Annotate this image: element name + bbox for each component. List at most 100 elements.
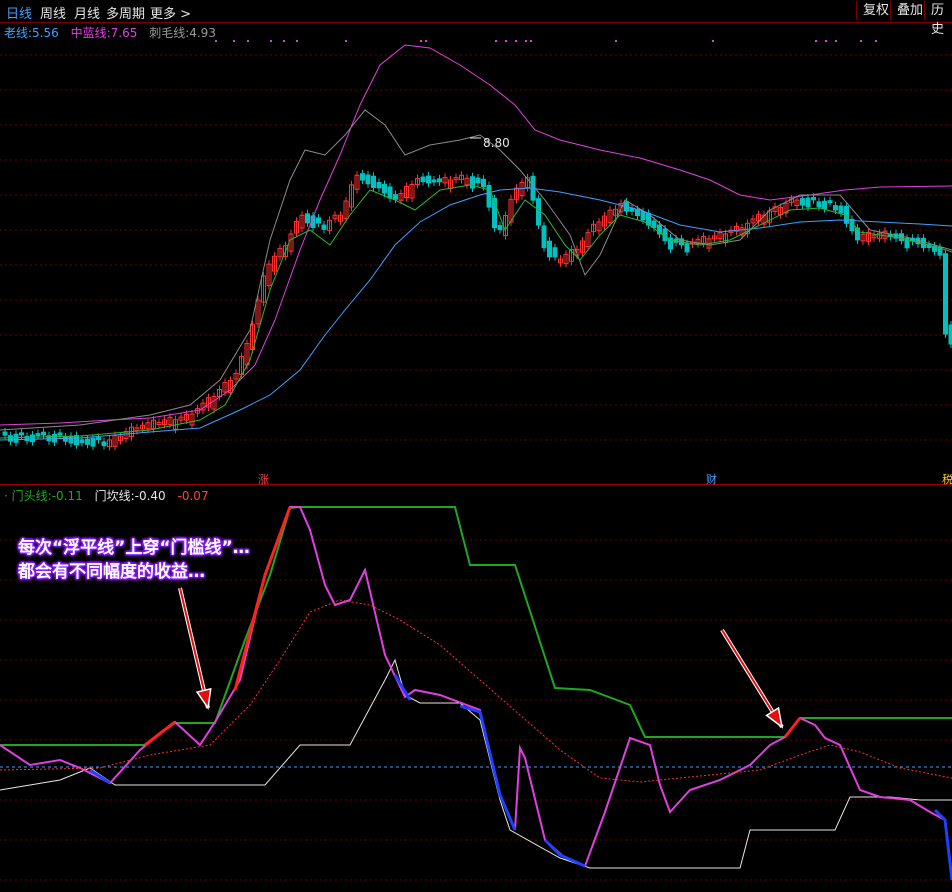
candle-body-18 [101,441,107,447]
float-line-up-segment-1 [144,720,176,747]
candle-body-151 [833,205,838,211]
ma-dashed-line [0,599,952,783]
candle-body-15 [85,438,90,445]
arrow-left-head [195,687,212,711]
candle-body-97 [536,198,541,226]
candle-body-1 [8,435,13,442]
candle-body-79 [437,178,442,183]
float-line-down-segment-1 [89,768,111,785]
event-marker-cai[interactable]: 财 [706,471,717,487]
peak-price-label: 8.80 [483,136,510,150]
signal-dot-2 [247,40,249,42]
candle-body-68 [376,182,382,189]
candle-body-99 [547,240,552,258]
candle-body-145 [800,198,805,206]
signal-dot-13 [530,40,532,42]
float-line-down-segment-2 [393,674,412,701]
candle-body-116 [640,211,646,221]
candle-body-17 [96,437,101,441]
candle-body-70 [387,186,393,199]
candle-body-14 [79,439,85,444]
candle-body-163 [899,233,904,241]
event-marker-zhang[interactable]: 涨 [258,471,269,487]
signal-dot-12 [525,40,527,42]
signal-dot-11 [515,40,517,42]
candle-body-152 [838,205,844,214]
arrow-right-head [765,706,784,729]
candle-body-148 [816,201,822,208]
candle-body-16 [90,437,96,447]
candle-body-150 [827,200,833,204]
float-line-down-segment-5 [933,808,952,881]
menkan-line [0,658,952,869]
signal-dot-18 [835,40,837,42]
legend-menkan-value: -0.40 [134,489,166,503]
candle-body-57 [316,217,321,224]
signal-dot-6 [345,40,347,42]
signal-dot-8 [425,40,427,42]
signal-dot-0 [215,40,217,42]
candle-body-10 [57,432,63,436]
candle-body-71 [393,194,398,200]
short-ma-line [0,184,952,439]
legend-mentou-label: 门头线: [11,489,52,503]
signal-dot-3 [270,40,272,42]
upper-band-line [0,44,952,426]
signal-dot-19 [860,40,862,42]
legend-menkan-label: 门坎线: [94,489,135,503]
legend-mentou-value: -0.11 [51,489,83,503]
signal-dot-14 [615,40,617,42]
candle-body-87 [481,178,486,187]
candle-body-58 [321,224,327,230]
signal-dot-9 [495,40,497,42]
candle-body-124 [684,243,690,253]
annotation-line-1: 每次“浮平线”上穿“门槛线”… [18,538,250,558]
candle-body-120 [662,228,668,241]
candle-body-167 [921,237,926,249]
signal-dot-17 [825,40,827,42]
lao-ma-line [0,187,952,441]
candle-body-6 [35,433,41,437]
candle-body-147 [811,196,816,201]
candle-body-115 [635,209,640,217]
signal-dot-1 [233,40,235,42]
chart-canvas[interactable]: 8.80 [0,0,952,892]
candle-body-0 [2,431,8,436]
candle-body-90 [497,225,503,231]
strategy-annotation: 每次“浮平线”上穿“门槛线”… 都会有不同幅度的收益… [18,536,250,584]
signal-dot-5 [296,40,298,42]
legend-third-value: -0.07 [177,489,209,503]
signal-dot-16 [815,40,817,42]
candle-body-66 [365,174,371,185]
signal-dot-20 [875,40,877,42]
signal-dot-15 [712,40,714,42]
candle-body-2 [13,433,19,443]
candle-body-3 [19,432,24,436]
candle-body-86 [475,177,481,184]
candle-body-98 [541,225,547,249]
candle-body-67 [371,175,376,188]
signal-dot-4 [283,40,285,42]
annotation-line-2: 都会有不同幅度的收益… [18,562,205,582]
panel-divider[interactable] [0,484,952,485]
candle-body-55 [305,213,310,224]
candle-body-7 [41,431,46,436]
sub-indicator-legend: · 门头线:-0.11 门坎线:-0.40 -0.07 [4,487,209,504]
candle-body-149 [822,200,827,210]
float-line-down-segment-3 [459,704,517,831]
candle-body-100 [552,247,558,258]
candle-body-11 [63,436,68,442]
cimao-line [0,109,952,431]
candle-body-76 [420,176,426,183]
candle-body-118 [651,220,657,228]
candle-body-65 [360,173,365,181]
candle-body-69 [382,183,387,194]
float-line-up-segment-3 [783,717,802,738]
candle-body-12 [68,435,74,444]
candle-body-13 [74,435,79,446]
event-marker-shui[interactable]: 税 [942,471,952,487]
candle-body-88 [486,185,492,208]
legend-dot: · [4,489,8,503]
candle-body-78 [431,179,437,183]
signal-dot-7 [420,40,422,42]
